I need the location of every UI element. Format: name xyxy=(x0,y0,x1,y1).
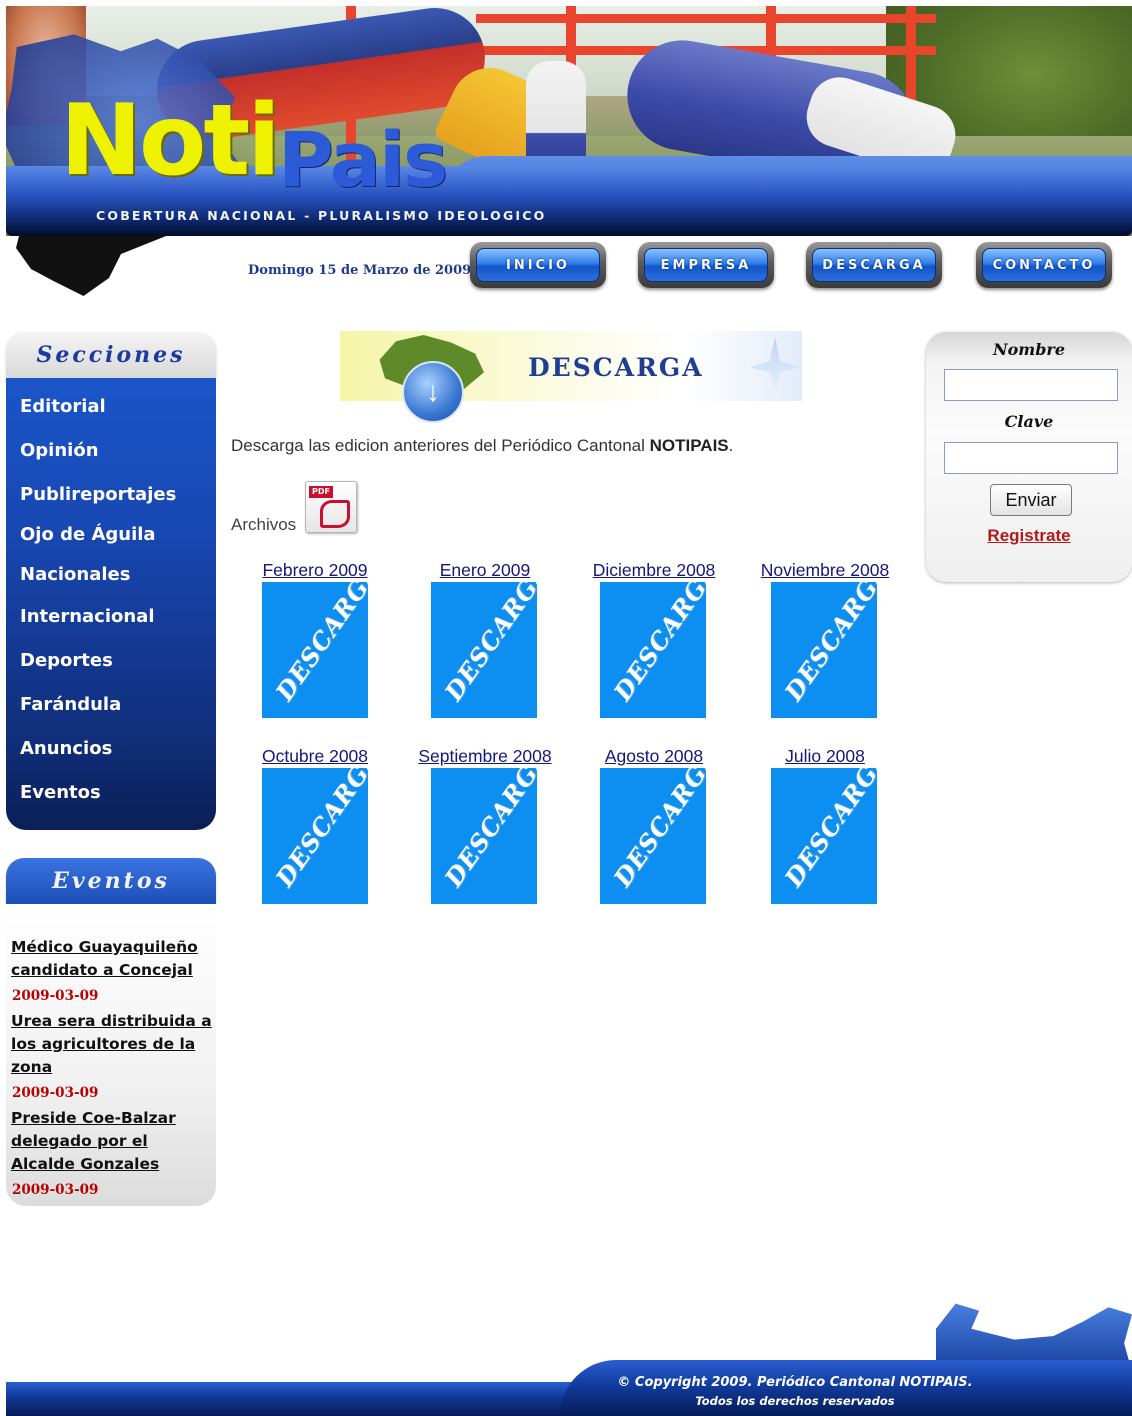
name-input[interactable] xyxy=(944,369,1118,401)
map-shadow-graphic xyxy=(16,236,166,296)
archive-link-diciembre-2008[interactable]: Diciembre 2008 xyxy=(569,560,739,581)
archivos-label: Archivos xyxy=(231,515,297,534)
thumbnail-label: DESCARGA xyxy=(778,582,877,706)
acrobat-logo-icon xyxy=(320,500,350,528)
copyright-text: © Copyright 2009. Periódico Cantonal NOT… xyxy=(600,1373,990,1411)
archive-thumbnail[interactable]: DESCARGA xyxy=(431,582,537,718)
thumbnail-label: DESCARGA xyxy=(438,768,537,892)
nav-button-label: EMPRESA xyxy=(644,248,768,282)
eventos-title: Eventos xyxy=(52,868,170,894)
archive-link-agosto-2008[interactable]: Agosto 2008 xyxy=(569,746,739,767)
current-date: Domingo 15 de Marzo de 2009 xyxy=(248,263,472,278)
sidebar-item-publireportajes[interactable]: Publireportajes xyxy=(20,484,176,505)
nav-descarga-button[interactable]: DESCARGA xyxy=(806,242,942,288)
playground-beam xyxy=(476,14,936,23)
logo-noti: Noti xyxy=(60,84,281,198)
event-date: 2009-03-09 xyxy=(12,1085,99,1101)
child-figure xyxy=(526,61,586,171)
archive-link-enero-2009[interactable]: Enero 2009 xyxy=(400,560,570,581)
secciones-title: Secciones xyxy=(36,342,186,368)
rights-line: Todos los derechos reservados xyxy=(695,1394,895,1408)
thumbnail-label: DESCARGA xyxy=(438,582,537,706)
thumbnail-label: DESCARGA xyxy=(269,582,368,706)
thumbnail-label: DESCARGA xyxy=(269,768,368,892)
submit-button[interactable]: Enviar xyxy=(990,484,1072,516)
eventos-header: Eventos xyxy=(6,858,216,904)
intro-text-end: . xyxy=(728,436,734,455)
nav-contacto-button[interactable]: CONTACTO xyxy=(976,242,1112,288)
event-date: 2009-03-09 xyxy=(12,988,99,1004)
archive-thumbnail[interactable]: DESCARGA xyxy=(262,768,368,904)
nav-button-label: CONTACTO xyxy=(982,248,1106,282)
sidebar-item-ojo-de-aguila[interactable]: Ojo de Águila xyxy=(20,524,156,545)
sidebar-item-deportes[interactable]: Deportes xyxy=(20,650,113,671)
event-link[interactable]: Urea sera distribuida a los agricultores… xyxy=(11,1010,213,1079)
name-label: Nombre xyxy=(992,340,1066,359)
thumbnail-label: DESCARGA xyxy=(607,768,706,892)
logo-pais: Pais xyxy=(278,115,448,204)
descarga-banner: ↓ DESCARGA xyxy=(340,331,802,423)
event-link[interactable]: Preside Coe-Balzar delegado por el Alcal… xyxy=(11,1107,213,1176)
copyright-line: © Copyright 2009. Periódico Cantonal NOT… xyxy=(617,1375,973,1390)
secciones-header: Secciones xyxy=(6,332,216,378)
tagline: COBERTURA NACIONAL - PLURALISMO IDEOLOGI… xyxy=(96,208,547,223)
nav-inicio-button[interactable]: INICIO xyxy=(470,242,606,288)
intro-text-main: Descarga las edicion anteriores del Peri… xyxy=(231,436,650,455)
archive-link-noviembre-2008[interactable]: Noviembre 2008 xyxy=(740,560,910,581)
archive-thumbnail[interactable]: DESCARGA xyxy=(262,582,368,718)
sidebar-item-internacional[interactable]: Internacional xyxy=(20,606,155,627)
thumbnail-label: DESCARGA xyxy=(778,768,877,892)
page-title: DESCARGA xyxy=(528,353,704,382)
sidebar-item-farandula[interactable]: Farándula xyxy=(20,694,121,715)
sidebar-item-opinion[interactable]: Opinión xyxy=(20,440,99,461)
thumbnail-label: DESCARGA xyxy=(607,582,706,706)
password-input[interactable] xyxy=(944,442,1118,474)
register-link[interactable]: Registrate xyxy=(926,526,1132,546)
archive-thumbnail[interactable]: DESCARGA xyxy=(771,582,877,718)
archive-link-febrero-2009[interactable]: Febrero 2009 xyxy=(230,560,400,581)
secciones-menu: Editorial Opinión Publireportajes Ojo de… xyxy=(6,378,216,830)
event-date: 2009-03-09 xyxy=(12,1182,99,1198)
event-link[interactable]: Médico Guayaquileño candidato a Concejal xyxy=(11,936,213,982)
archive-thumbnail[interactable]: DESCARGA xyxy=(600,768,706,904)
login-panel: Nombre Clave Enviar Registrate xyxy=(926,332,1132,582)
archive-thumbnail[interactable]: DESCARGA xyxy=(431,768,537,904)
archive-link-julio-2008[interactable]: Julio 2008 xyxy=(740,746,910,767)
pdf-icon: PDF xyxy=(305,481,357,533)
nav-button-label: DESCARGA xyxy=(812,248,936,282)
sidebar-item-eventos[interactable]: Eventos xyxy=(20,782,101,803)
sidebar-item-nacionales[interactable]: Nacionales xyxy=(20,564,130,585)
archive-thumbnail[interactable]: DESCARGA xyxy=(600,582,706,718)
sidebar-item-editorial[interactable]: Editorial xyxy=(20,396,106,417)
password-label: Clave xyxy=(1004,412,1054,431)
star-icon xyxy=(750,337,800,397)
intro-text-brand: NOTIPAIS xyxy=(649,436,729,455)
archive-link-septiembre-2008[interactable]: Septiembre 2008 xyxy=(400,746,570,767)
eventos-list: Médico Guayaquileño candidato a Concejal… xyxy=(6,904,216,1206)
archive-thumbnail[interactable]: DESCARGA xyxy=(771,768,877,904)
nav-button-label: INICIO xyxy=(476,248,600,282)
intro-text: Descarga las edicion anteriores del Peri… xyxy=(231,436,733,456)
archive-link-octubre-2008[interactable]: Octubre 2008 xyxy=(230,746,400,767)
download-arrow-icon: ↓ xyxy=(402,361,464,423)
sidebar-item-anuncios[interactable]: Anuncios xyxy=(20,738,112,759)
pdf-tag: PDF xyxy=(309,486,333,498)
nav-empresa-button[interactable]: EMPRESA xyxy=(638,242,774,288)
